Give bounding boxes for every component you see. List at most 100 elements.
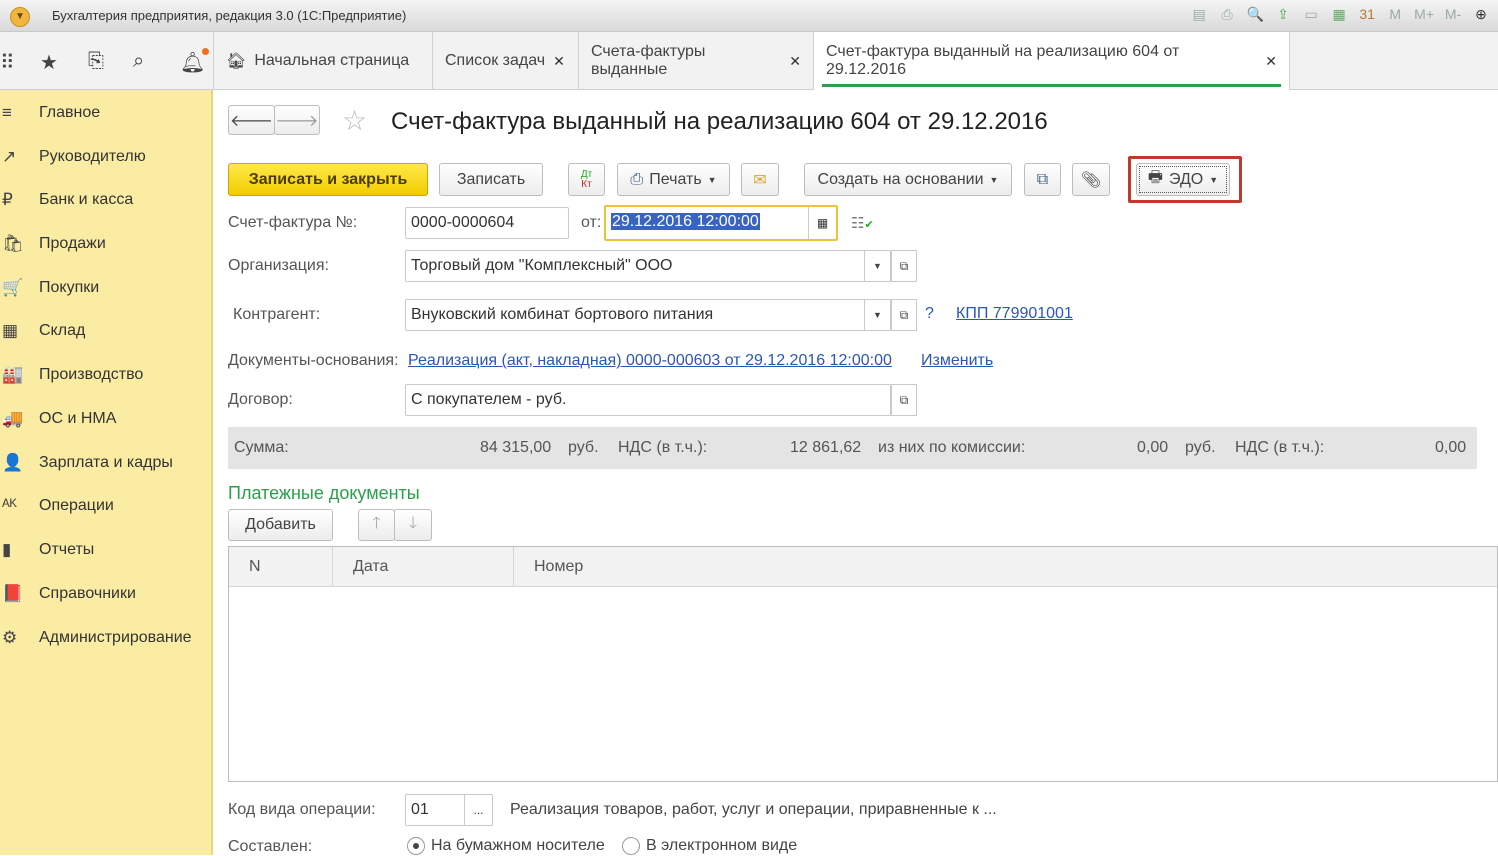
nav-bar: ⠿ ★ ⎘ ⌕ 🔔︎ 🏠︎ Начальная страница Список з… xyxy=(0,32,1498,90)
menu-icon: ≡ xyxy=(2,103,12,122)
payments-table[interactable]: N Дата Номер xyxy=(228,546,1498,782)
trend-icon: ↗ xyxy=(2,147,17,166)
save-icon[interactable]: ▤ xyxy=(1190,6,1208,23)
operation-code-input[interactable]: 01... xyxy=(405,794,493,826)
sidebar-item-production[interactable]: 🏭 Производство xyxy=(0,360,143,390)
sidebar-item-purchases[interactable]: 🛒 Покупки xyxy=(0,273,99,303)
radio-button[interactable] xyxy=(407,837,425,855)
history-icon[interactable]: ⎘ xyxy=(88,50,104,73)
apps-grid-icon[interactable]: ⠿ xyxy=(0,50,15,75)
sidebar-item-reports[interactable]: ▮ Отчеты xyxy=(0,535,94,565)
notifications-bell-icon[interactable]: 🔔︎ xyxy=(180,48,210,75)
document-check-icon[interactable]: ☷✔ xyxy=(851,214,874,232)
open-organization-button[interactable]: ⧉ xyxy=(891,250,917,282)
ruble-icon: ₽ xyxy=(2,190,13,209)
structure-button[interactable]: ⧉ xyxy=(1024,163,1061,196)
arrow-down-icon: 🡓 xyxy=(408,514,418,532)
dt-kt-button[interactable]: Дт Кт xyxy=(568,163,605,196)
memory-mplus-button[interactable]: M+ xyxy=(1414,6,1434,23)
date-input[interactable]: 29.12.2016 12:00:00 ▦ xyxy=(604,205,838,241)
forward-button[interactable]: 🡒 xyxy=(274,105,320,135)
invoice-number-input[interactable]: 0000-0000604 xyxy=(405,207,569,239)
page-title: Счет-фактура выданный на реализацию 604 … xyxy=(391,108,1048,135)
tab-home[interactable]: 🏠︎ Начальная страница xyxy=(213,32,433,90)
help-icon[interactable]: ? xyxy=(925,305,934,323)
open-contract-button[interactable]: ⧉ xyxy=(891,384,917,416)
close-icon[interactable]: ✕ xyxy=(789,53,801,70)
title-bar: ▼ Бухгалтерия предприятия, редакция 3.0 … xyxy=(0,0,1498,32)
upload-icon[interactable]: ⇪ xyxy=(1274,6,1292,23)
email-button[interactable]: ✉ xyxy=(741,163,779,196)
factory-icon: 🏭 xyxy=(2,365,24,384)
close-icon[interactable]: ✕ xyxy=(1265,53,1277,70)
column-header-number[interactable]: Номер xyxy=(514,547,1497,587)
printer-icon: ⎙ xyxy=(630,170,644,188)
open-contractor-button[interactable]: ⧉ xyxy=(891,299,917,331)
move-down-button[interactable]: 🡓 xyxy=(394,509,432,541)
warehouse-icon: ▦ xyxy=(2,321,19,340)
main-menu-button[interactable]: ▼ xyxy=(10,7,30,27)
sidebar-item-catalogs[interactable]: 📕 Справочники xyxy=(0,579,136,609)
memory-mminus-button[interactable]: M- xyxy=(1444,6,1462,23)
radio-paper[interactable]: На бумажном носителе xyxy=(407,837,605,855)
arrow-left-icon: 🡐 xyxy=(230,112,273,130)
calculator-icon[interactable]: ▦ xyxy=(1330,6,1348,23)
chevron-down-icon[interactable]: ▼ xyxy=(864,251,890,281)
create-based-on-button[interactable]: Создать на основании ▼ xyxy=(804,163,1012,196)
sidebar-item-admin[interactable]: ⚙ Администрирование xyxy=(0,623,192,653)
organization-select[interactable]: Торговый дом "Комплексный" ООО ▼ xyxy=(405,250,891,282)
column-header-date[interactable]: Дата xyxy=(333,547,514,587)
tab-task-list[interactable]: Список задач ✕ xyxy=(433,32,579,90)
print-button[interactable]: ⎙ Печать ▼ xyxy=(617,163,730,196)
calendar-icon[interactable]: ▦ xyxy=(808,207,836,239)
radio-button[interactable] xyxy=(622,837,640,855)
sidebar-item-bank[interactable]: ₽ Банк и касса xyxy=(0,185,133,215)
tab-invoices-issued[interactable]: Счета-фактуры выданные ✕ xyxy=(579,32,814,90)
scanner-icon[interactable]: ▭ xyxy=(1302,6,1320,23)
back-button[interactable]: 🡐 xyxy=(228,105,275,135)
sidebar-item-warehouse[interactable]: ▦ Склад xyxy=(0,316,85,346)
memory-m-button[interactable]: M xyxy=(1386,6,1404,23)
sum-amount: 84 315,00 xyxy=(480,439,552,456)
sidebar-item-salary[interactable]: 👤 Зарплата и кадры xyxy=(0,448,173,478)
window-toolbar: ▤ ⎙ 🔍 ⇪ ▭ ▦ 31 M M+ M- ⊕ xyxy=(1190,6,1490,23)
arrow-right-icon: 🡒 xyxy=(275,112,319,130)
add-button[interactable]: Добавить xyxy=(228,509,333,541)
move-up-button[interactable]: 🡑 xyxy=(358,509,395,541)
sidebar-item-operations[interactable]: ᴬᴷ Операции xyxy=(0,491,114,521)
save-button[interactable]: Записать xyxy=(439,163,543,196)
sidebar-item-manager[interactable]: ↗ Руководителю xyxy=(0,142,146,172)
kpp-link[interactable]: КПП 779901001 xyxy=(956,305,1073,323)
structure-icon: ⧉ xyxy=(1036,170,1049,188)
attach-button[interactable]: 📎︎ xyxy=(1072,163,1110,196)
favorite-star-icon[interactable]: ☆ xyxy=(342,104,367,137)
change-link[interactable]: Изменить xyxy=(921,352,993,370)
close-icon[interactable]: ✕ xyxy=(553,53,565,70)
contractor-select[interactable]: Внуковский комбинат бортового питания ▼ xyxy=(405,299,891,331)
preview-icon[interactable]: 🔍 xyxy=(1246,6,1264,23)
book-icon: 📕 xyxy=(2,584,24,603)
tab-current-invoice[interactable]: Счет-фактура выданный на реализацию 604 … xyxy=(814,32,1290,90)
calendar-icon[interactable]: 31 xyxy=(1358,6,1376,23)
currency: руб. xyxy=(568,439,599,456)
sidebar-item-fixed-assets[interactable]: 🚚 ОС и НМА xyxy=(0,404,116,434)
sidebar-item-sales[interactable]: 🛍 Продажи xyxy=(0,229,106,259)
select-ellipsis-button[interactable]: ... xyxy=(464,795,492,825)
commission-vat-label: НДС (в т.ч.): xyxy=(1235,439,1325,456)
print-icon[interactable]: ⎙ xyxy=(1218,6,1236,23)
chevron-down-icon[interactable]: ▼ xyxy=(864,300,890,330)
zoom-icon[interactable]: ⊕ xyxy=(1472,6,1490,23)
radio-electronic[interactable]: В электронном виде xyxy=(622,837,797,855)
save-and-close-button[interactable]: Записать и закрыть xyxy=(228,163,428,196)
commission-label: из них по комиссии: xyxy=(878,439,1026,456)
date-label: от: xyxy=(581,214,602,231)
favorites-star-icon[interactable]: ★ xyxy=(40,50,58,75)
currency: руб. xyxy=(1185,439,1216,456)
sidebar-item-main[interactable]: ≡ Главное xyxy=(0,98,100,128)
edo-button[interactable]: 🖶︎ ЭДО ▼ xyxy=(1136,163,1230,196)
arrow-up-icon: 🡑 xyxy=(372,514,381,532)
column-header-n[interactable]: N xyxy=(229,547,333,587)
base-document-link[interactable]: Реализация (акт, накладная) 0000-000603 … xyxy=(408,352,892,370)
search-icon[interactable]: ⌕ xyxy=(133,50,144,73)
contract-input[interactable]: С покупателем - руб. xyxy=(405,384,891,416)
